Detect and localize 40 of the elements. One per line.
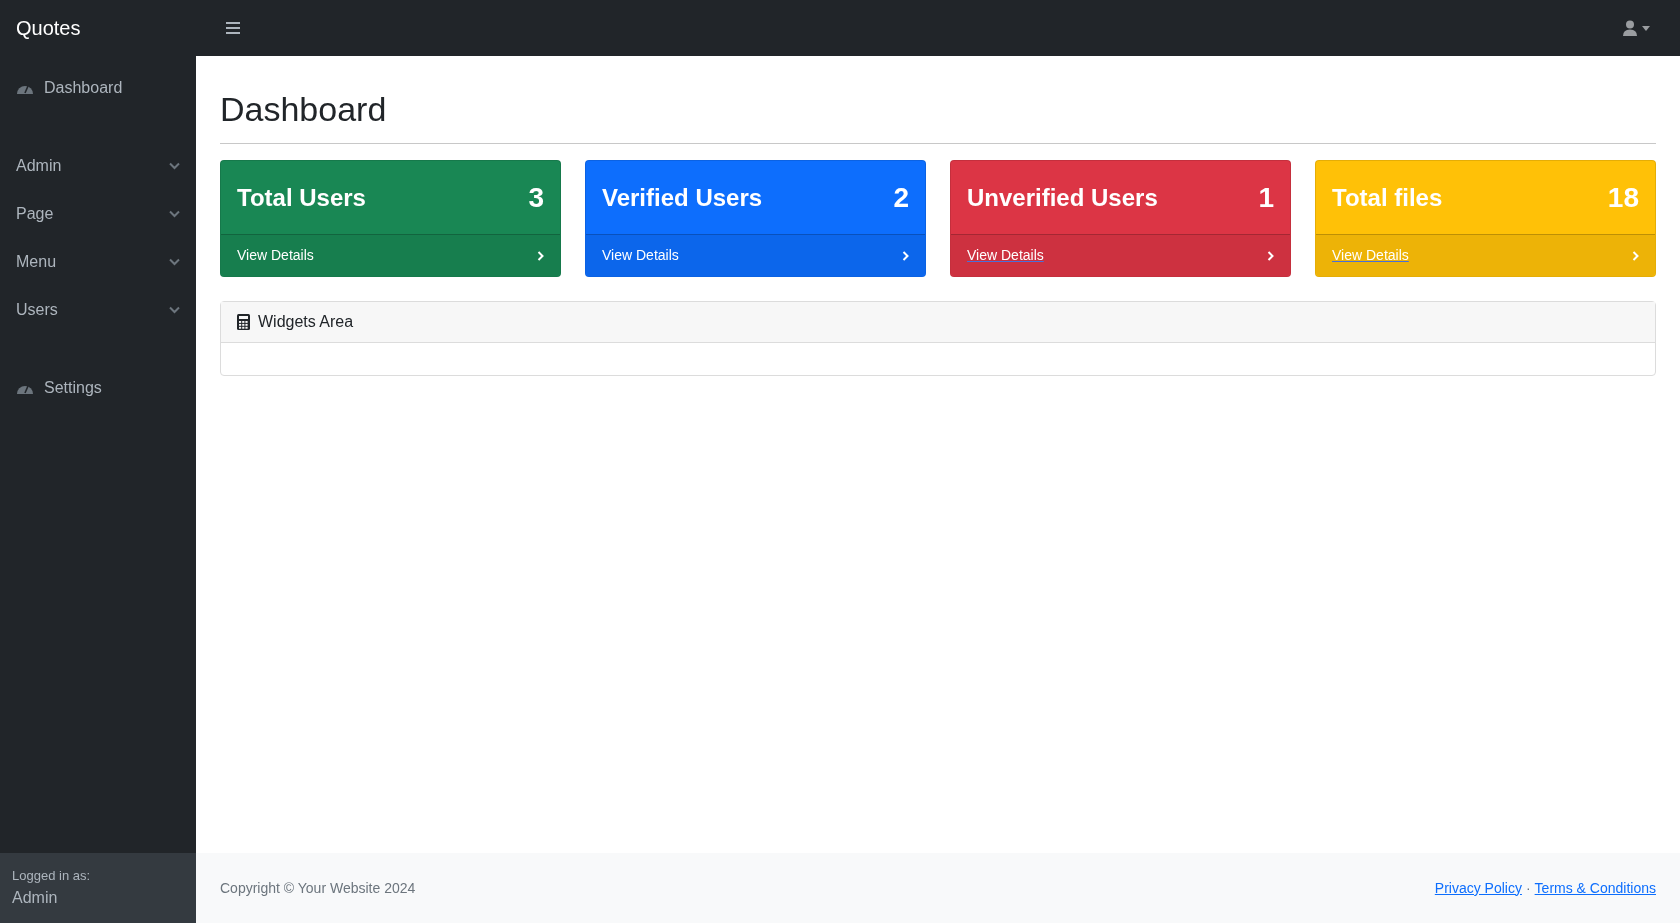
chevron-down-icon: [169, 258, 180, 266]
widgets-title: Widgets Area: [258, 312, 354, 332]
stat-title: Total Users: [237, 182, 366, 213]
chevron-right-icon: [1267, 250, 1274, 261]
chevron-down-icon: [169, 162, 180, 170]
sidebar-dropdown[interactable]: Page: [0, 190, 196, 238]
stat-title: Unverified Users: [967, 182, 1158, 213]
link-separator: ·: [1525, 878, 1531, 898]
sidebar-dropdown[interactable]: Menu: [0, 238, 196, 286]
footer-link[interactable]: Terms & Conditions: [1534, 877, 1656, 899]
stat-count: 18: [1607, 180, 1639, 215]
copyright-text: Copyright © Your Website 2024: [220, 878, 416, 898]
menu-icon: [226, 22, 240, 34]
chevron-down-icon: [169, 306, 180, 314]
chevron-down-icon: [169, 210, 180, 218]
sidebar-dropdown[interactable]: Admin: [0, 142, 196, 190]
user-icon: [1622, 20, 1638, 36]
sidebar-dropdown[interactable]: Users: [0, 286, 196, 334]
brand-link[interactable]: Quotes: [16, 17, 81, 39]
view-details-link[interactable]: View Details: [602, 245, 679, 266]
sidebar-link[interactable]: Dashboard: [0, 64, 196, 112]
menu-toggle-button[interactable]: [226, 22, 240, 34]
calculator-icon: [237, 314, 250, 330]
view-details-link[interactable]: View Details: [237, 245, 314, 266]
footer-link[interactable]: Privacy Policy: [1434, 877, 1522, 899]
view-details-link[interactable]: View Details: [967, 245, 1044, 266]
stat-title: Total files: [1332, 182, 1443, 213]
chevron-right-icon: [1632, 250, 1639, 261]
stat-title: Verified Users: [602, 182, 763, 213]
stat-count: 3: [528, 180, 544, 215]
logged-in-caption: Logged in as:: [12, 867, 92, 886]
stat-count: 1: [1258, 180, 1274, 215]
page-title: Dashboard: [220, 84, 1656, 144]
logged-in-user: Admin: [12, 887, 59, 908]
caret-icon: [1642, 25, 1650, 31]
sidebar-link[interactable]: Settings: [0, 364, 196, 412]
user-menu-button[interactable]: [1622, 20, 1650, 36]
chevron-right-icon: [537, 250, 544, 261]
chevron-right-icon: [902, 250, 909, 261]
stat-count: 2: [893, 180, 909, 215]
